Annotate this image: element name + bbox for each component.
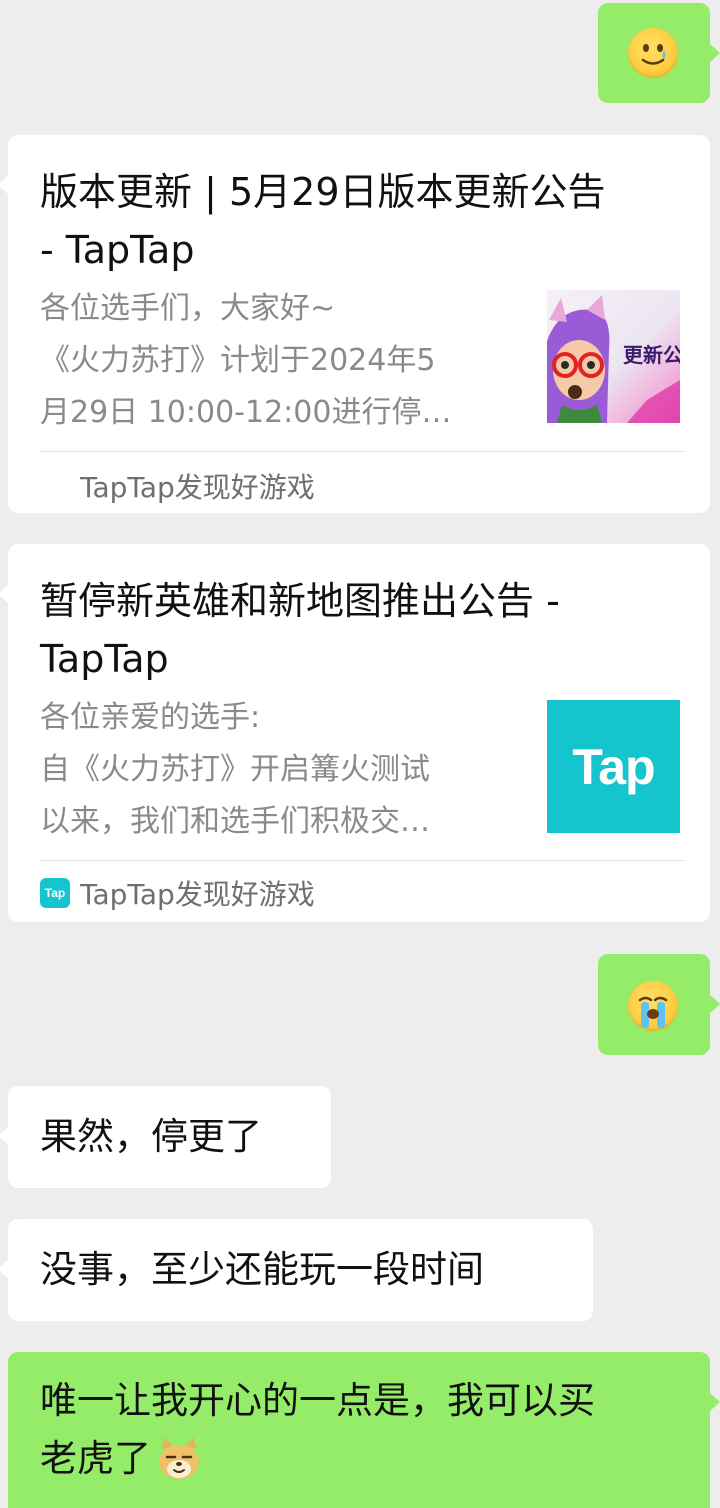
card-title: 暂停新英雄和新地图推出公告 - TapTap — [40, 579, 560, 681]
message-bubble-emoji-2[interactable] — [598, 954, 720, 1055]
taptap-logo-text: Tap — [572, 738, 655, 795]
taptap-source-icon — [40, 471, 70, 501]
card-description: 各位选手们，大家好~ 《火力苏打》计划于2024年5 月29日 10:00-12… — [40, 291, 452, 430]
message-text: 果然，停更了 — [40, 1115, 262, 1158]
message-text: 没事，至少还能玩一段时间 — [40, 1248, 484, 1291]
svg-text:更新公: 更新公 — [623, 343, 680, 367]
card-divider — [40, 451, 684, 452]
link-card-version-update[interactable]: 版本更新 | 5月29日版本更新公告 - TapTap 各位选手们，大家好~ 《… — [0, 135, 710, 513]
card-thumbnail: 更新公 — [547, 290, 680, 423]
link-card-pause-announcement[interactable]: 暂停新英雄和新地图推出公告 - TapTap 各位亲爱的选手: 自《火力苏打》开… — [0, 544, 710, 922]
card-description: 各位亲爱的选手: 自《火力苏打》开启篝火测试 以来，我们和选手们积极交… — [40, 700, 430, 839]
source-name: TapTap发现好游戏 — [80, 471, 315, 504]
card-source: TapTap发现好游戏 — [40, 461, 315, 511]
message-text: 唯一让我开心的一点是，我可以买 老虎了 — [40, 1372, 710, 1488]
message-bubble-text[interactable]: 果然，停更了 — [0, 1086, 331, 1188]
card-source: Tap TapTap发现好游戏 — [40, 868, 315, 918]
source-name: TapTap发现好游戏 — [80, 878, 315, 911]
smiling-face-with-tear-icon — [628, 28, 678, 78]
message-bubble-text[interactable]: 唯一让我开心的一点是，我可以买 老虎了 — [8, 1352, 720, 1508]
taptap-source-icon: Tap — [40, 878, 70, 908]
card-divider — [40, 860, 684, 861]
card-title: 版本更新 | 5月29日版本更新公告 - TapTap — [40, 170, 606, 272]
doge-icon — [155, 1435, 203, 1483]
message-bubble-text[interactable]: 没事，至少还能玩一段时间 — [0, 1219, 593, 1321]
loudly-crying-face-icon — [628, 981, 678, 1031]
message-bubble-emoji-1[interactable] — [598, 3, 720, 103]
game-character-thumbnail: 更新公 — [547, 295, 680, 423]
taptap-logo-thumbnail: Tap — [547, 700, 680, 833]
